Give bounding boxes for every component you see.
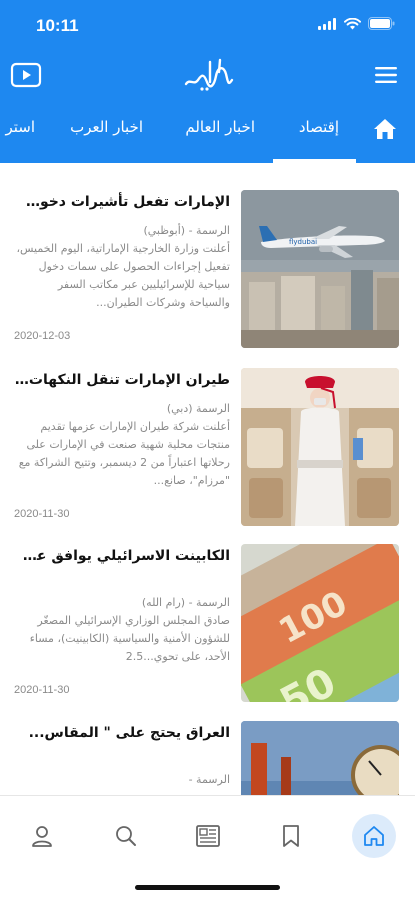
category-tabs: إقتصاد اخبار العالم اخبار العرب استر [0,108,415,163]
article-title[interactable]: العراق يحتج على " المقاس... [14,723,230,745]
status-icons [318,17,395,30]
article-summary: أعلنت شركة طيران الإمارات عزمها تقديم من… [18,420,230,487]
article-thumbnail: flydubai [241,190,399,348]
wifi-icon [344,17,361,29]
logo-calligraphy-icon [184,58,234,91]
menu-button[interactable] [375,66,397,84]
hamburger-menu-icon [375,67,397,83]
app-header: 10:11 إقتصاد اخبار العالم اخبار العرب اس… [0,0,415,163]
article-thumbnail [241,721,399,795]
article-title[interactable]: طيران الإمارات تنقل النكهات... [14,370,230,392]
nav-bookmarks[interactable] [269,814,313,858]
newspaper-icon [196,825,220,847]
airplane-city-image: flydubai [241,190,399,348]
tab-partial[interactable]: استر [5,118,35,136]
signal-icon [318,17,336,30]
tab-economy[interactable]: إقتصاد [299,118,339,136]
nav-search[interactable] [104,814,148,858]
battery-icon [368,17,395,30]
article-text: طيران الإمارات تنقل النكهات... الرسمة (د… [14,368,230,526]
article-title[interactable]: الإمارات تفعل تأشيرات دخول... [14,192,230,214]
nav-profile[interactable] [20,814,64,858]
article-text: الإمارات تفعل تأشيرات دخول... الرسمة - (… [14,190,230,348]
article-title[interactable]: الكابينت الاسرائيلي يوافق عل... [14,546,230,568]
tab-arab-news[interactable]: اخبار العرب [70,118,143,136]
status-time: 10:11 [36,16,79,35]
article-source: الرسمة - (أبوظبي) [143,224,230,237]
video-button[interactable] [10,62,42,88]
svg-text:flydubai: flydubai [289,238,317,246]
article-thumbnail [241,368,399,526]
article-source: الرسمة (دبي) [166,402,230,415]
banknotes-image: 100 50 [241,544,399,702]
app-bar [0,52,415,100]
article-source: الرسمة - (رام الله) [141,596,230,609]
article-source: الرسمة - [188,773,230,786]
bookmark-icon [283,825,299,847]
app-logo [180,56,236,94]
nav-newspaper[interactable] [186,814,230,858]
article-date: 2020-12-03 [14,330,71,342]
article-card[interactable]: طيران الإمارات تنقل النكهات... الرسمة (د… [0,368,415,533]
profile-icon [32,826,52,847]
nav-home[interactable] [352,814,396,858]
cabin-crew-image [241,368,399,526]
article-card[interactable]: العراق يحتج على " المقاس... الرسمة - [0,721,415,795]
article-text: الكابينت الاسرائيلي يوافق عل... الرسمة -… [14,544,230,702]
home-indicator-bar[interactable] [135,885,280,890]
oil-gauge-image [241,721,399,795]
article-date: 2020-11-30 [14,684,70,696]
tab-world-news[interactable]: اخبار العالم [185,118,255,136]
status-bar: 10:11 [0,0,415,50]
article-thumbnail: 100 50 [241,544,399,702]
article-card[interactable]: flydubai الإمارات تفعل تأشيرات دخول... ا… [0,190,415,355]
tab-home[interactable] [373,118,397,140]
home-icon [374,119,396,139]
news-feed[interactable]: flydubai الإمارات تفعل تأشيرات دخول... ا… [0,163,415,795]
play-video-icon [10,62,42,88]
article-date: 2020-11-30 [14,508,70,520]
search-icon [116,826,136,846]
article-text: العراق يحتج على " المقاس... الرسمة - [14,721,230,795]
article-summary: أعلنت وزارة الخارجية الإماراتية، اليوم ا… [16,242,230,309]
home-icon [364,826,384,846]
article-card[interactable]: 100 50 الكابينت الاسرائيلي يوافق عل... ا… [0,544,415,709]
article-summary: صادق المجلس الوزاري الإسرائيلي المصغّر ل… [29,614,230,663]
